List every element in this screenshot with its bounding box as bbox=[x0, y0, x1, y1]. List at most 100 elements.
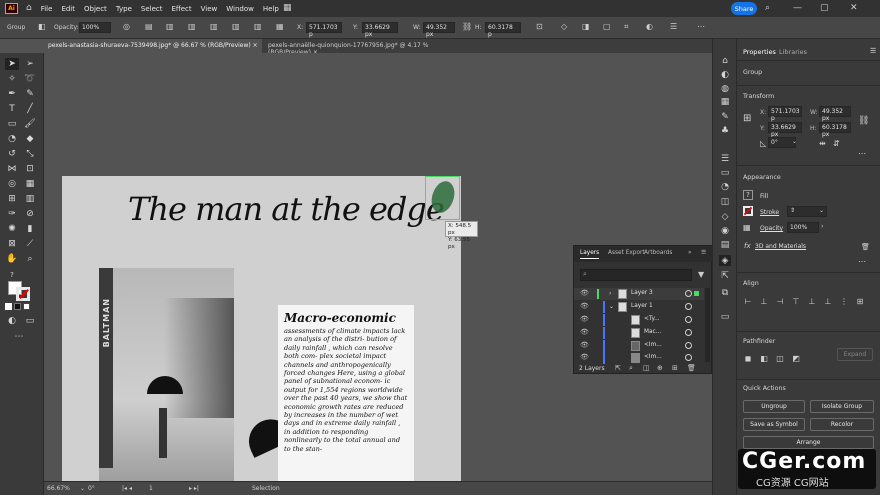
rain-photo[interactable]: BALTMAN bbox=[99, 268, 234, 481]
menu-view[interactable]: View bbox=[201, 5, 218, 13]
h-field[interactable]: 60.3178 px bbox=[819, 122, 851, 138]
constrain-proportions-icon[interactable]: ⛓ bbox=[858, 116, 869, 126]
drawing-mode-icon[interactable]: ◐ bbox=[5, 315, 19, 327]
x-field[interactable]: 571.1703 p bbox=[768, 106, 802, 122]
opacity-label[interactable]: Opacity bbox=[760, 225, 783, 232]
visibility-eye-icon[interactable]: 👁 bbox=[580, 302, 589, 310]
isolate-group-button[interactable]: Isolate Group bbox=[810, 400, 874, 413]
properties-icon[interactable]: ◐ bbox=[719, 69, 731, 80]
menu-object[interactable]: Object bbox=[84, 5, 107, 13]
minimize-icon[interactable]: — bbox=[793, 4, 802, 13]
menu-effect[interactable]: Effect bbox=[172, 5, 192, 13]
menu-select[interactable]: Select bbox=[141, 5, 163, 13]
expand-arrow-icon[interactable]: › bbox=[609, 290, 611, 297]
asset-export-icon[interactable]: ⇱ bbox=[719, 270, 731, 281]
fill-swatch[interactable]: ? bbox=[743, 190, 753, 200]
rotate-tool-icon[interactable]: ↺ bbox=[5, 148, 19, 160]
align-right-icon[interactable]: ▥ bbox=[210, 22, 218, 31]
zoom-tool-icon[interactable]: ⌕ bbox=[23, 253, 37, 265]
clipping-mask-icon[interactable]: ◫ bbox=[643, 364, 650, 372]
free-transform-tool-icon[interactable]: ⊡ bbox=[23, 163, 37, 175]
swap-fill-stroke-icon[interactable]: ? bbox=[5, 269, 19, 281]
graph-tool-icon[interactable]: ▮ bbox=[23, 223, 37, 235]
artboard-title-text[interactable]: The man at the edge bbox=[128, 190, 445, 228]
intersect-icon[interactable]: ◫ bbox=[775, 353, 785, 363]
tab-asset-export[interactable]: Asset Export bbox=[608, 250, 645, 256]
tab-document-2[interactable]: pexels-annaëlle-quionquion-17767956.jpg*… bbox=[264, 39, 464, 56]
minus-front-icon[interactable]: ◧ bbox=[759, 353, 769, 363]
align-hcenter-icon[interactable]: ⊥ bbox=[759, 296, 769, 306]
tab-close-icon[interactable]: × bbox=[253, 42, 258, 49]
crop-icon[interactable]: ⌗ bbox=[624, 22, 629, 32]
opacity-field[interactable]: 100% bbox=[787, 222, 819, 233]
align-center-icon[interactable]: ▥ bbox=[188, 22, 196, 31]
delete-layer-icon[interactable]: 🗑 bbox=[687, 364, 696, 372]
home-icon[interactable]: ⌂ bbox=[26, 4, 32, 13]
expand-button[interactable]: Expand bbox=[837, 348, 873, 361]
arrange-button[interactable]: Arrange bbox=[743, 436, 874, 449]
target-circle-icon[interactable] bbox=[685, 342, 692, 349]
graphic-styles-icon[interactable]: ◇ bbox=[719, 211, 731, 222]
more-options-icon[interactable]: ⋯ bbox=[697, 22, 705, 31]
menu-help[interactable]: Help bbox=[263, 5, 279, 13]
target-circle-icon[interactable] bbox=[685, 329, 692, 336]
fill-swatch-icon[interactable]: ◧ bbox=[38, 22, 46, 31]
align-to-icon[interactable]: ⊞ bbox=[855, 296, 865, 306]
stroke-label[interactable]: Stroke bbox=[760, 209, 779, 216]
gradient-mode-icon[interactable] bbox=[14, 303, 21, 310]
target-circle-icon[interactable] bbox=[685, 303, 692, 310]
direct-selection-tool-icon[interactable]: ➢ bbox=[23, 58, 37, 70]
libraries-icon[interactable]: ⌂ bbox=[719, 55, 731, 66]
align-bottom-icon[interactable]: ⊥ bbox=[823, 296, 833, 306]
menu-window[interactable]: Window bbox=[226, 5, 254, 13]
magic-wand-tool-icon[interactable]: ✧ bbox=[5, 73, 19, 85]
artboards-strip-icon[interactable]: ▤ bbox=[719, 239, 731, 250]
gradient-tool-icon[interactable]: ▥ bbox=[23, 193, 37, 205]
layer-row[interactable]: 👁 ⌄ Layer 1 bbox=[574, 301, 704, 313]
artboard-tool-icon[interactable]: ⊠ bbox=[5, 238, 19, 250]
tab-libraries[interactable]: Libraries bbox=[779, 48, 807, 56]
menu-file[interactable]: File bbox=[41, 5, 53, 13]
exclude-icon[interactable]: ◩ bbox=[791, 353, 801, 363]
panel-menu-icon[interactable]: ☰ bbox=[870, 47, 876, 55]
maximize-icon[interactable]: ▢ bbox=[820, 4, 829, 13]
recolor-button[interactable]: Recolor bbox=[810, 418, 874, 431]
tab-artboards[interactable]: Artboards bbox=[644, 250, 672, 256]
lasso-tool-icon[interactable]: ➰ bbox=[23, 73, 37, 85]
rotation-value[interactable]: 0° bbox=[88, 485, 95, 492]
unite-icon[interactable]: ◼ bbox=[743, 353, 753, 363]
distribute-icon[interactable]: ▥ bbox=[232, 22, 240, 31]
type-tool-icon[interactable]: T bbox=[5, 103, 19, 115]
color-icon[interactable]: ◍ bbox=[719, 83, 731, 94]
visibility-eye-icon[interactable]: 👁 bbox=[580, 289, 589, 297]
perspective-grid-tool-icon[interactable]: ▦ bbox=[23, 178, 37, 190]
layers-active-icon[interactable]: ◈ bbox=[719, 255, 731, 266]
selected-art-indicator[interactable] bbox=[694, 291, 699, 296]
none-mode-icon[interactable] bbox=[23, 303, 30, 310]
share-button[interactable]: Share bbox=[731, 2, 757, 15]
align-vcenter-icon[interactable]: ⊥ bbox=[807, 296, 817, 306]
menu-edit[interactable]: Edit bbox=[61, 5, 75, 13]
selection-tool-icon[interactable]: ➤ bbox=[5, 58, 19, 70]
line-tool-icon[interactable]: ╱ bbox=[23, 103, 37, 115]
artboard-nav-prev-icon[interactable]: |◂ ◂ bbox=[122, 485, 132, 492]
y-field[interactable]: 33.6629 px bbox=[768, 122, 802, 138]
stepper-icon[interactable]: ⇕ bbox=[790, 207, 795, 214]
target-circle-icon[interactable] bbox=[685, 316, 692, 323]
screen-mode-icon[interactable]: ▭ bbox=[23, 315, 37, 327]
stroke-dropdown-icon[interactable]: ⌄ bbox=[819, 207, 824, 214]
y-field[interactable]: 33.6629 px bbox=[362, 22, 398, 38]
stroke-color-swatch[interactable] bbox=[16, 287, 30, 301]
opacity-field[interactable]: 100% bbox=[79, 22, 111, 33]
constrain-proportions-icon[interactable]: ⛓ bbox=[462, 22, 472, 31]
panel-menu-icon[interactable]: ☰ bbox=[670, 22, 677, 31]
warp-icon[interactable]: ▢ bbox=[603, 22, 611, 31]
artboard-number[interactable]: 1 bbox=[149, 485, 153, 492]
symbol-sprayer-tool-icon[interactable]: ✺ bbox=[5, 223, 19, 235]
locate-object-icon[interactable]: ⌕ bbox=[629, 364, 633, 373]
scale-tool-icon[interactable]: ⤡ bbox=[23, 148, 37, 160]
rectangle-tool-icon[interactable]: ▭ bbox=[5, 118, 19, 130]
visibility-eye-icon[interactable]: 👁 bbox=[580, 315, 589, 323]
transform-icon[interactable]: ▦ bbox=[276, 22, 284, 31]
tab-layers[interactable]: Layers bbox=[580, 250, 600, 259]
